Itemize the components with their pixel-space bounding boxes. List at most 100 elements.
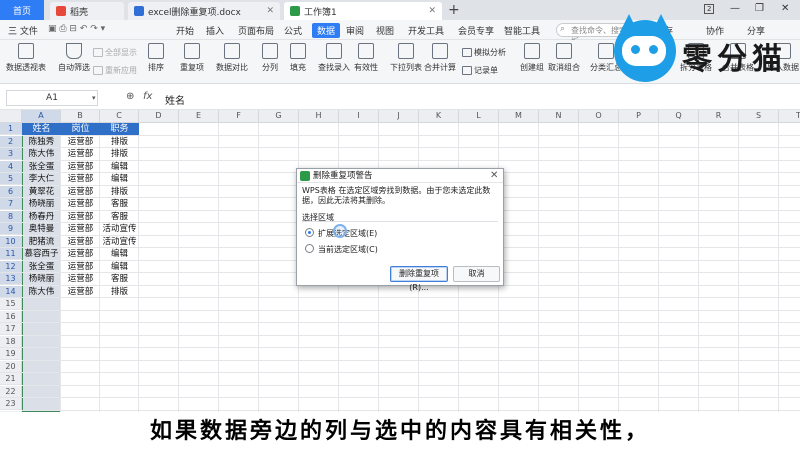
table-cell[interactable]: 排版 — [100, 148, 139, 160]
column-header-f[interactable]: F — [219, 110, 259, 123]
sort-button[interactable]: 排序 — [148, 43, 164, 73]
table-cell[interactable]: 运营部 — [61, 286, 100, 298]
table-cell[interactable]: 运营部 — [61, 148, 100, 160]
fx-icon[interactable]: fx — [143, 91, 152, 102]
name-box-dropdown-icon[interactable]: ▾ — [92, 94, 96, 102]
menu-member[interactable]: 会员专享 — [458, 24, 494, 37]
column-header-o[interactable]: O — [579, 110, 619, 123]
row-header-7[interactable]: 7 — [0, 198, 22, 210]
table-cell[interactable]: 慕容西子 — [22, 248, 61, 260]
column-header-h[interactable]: H — [299, 110, 339, 123]
row-header-3[interactable]: 3 — [0, 148, 22, 160]
pivot-table-button[interactable]: 数据透视表 — [6, 43, 46, 73]
menu-view[interactable]: 视图 — [376, 24, 394, 37]
tab-daoke[interactable]: 稻壳 — [50, 2, 124, 20]
current-selection-label[interactable]: 当前选定区域(C) — [318, 244, 378, 255]
duplicates-button[interactable]: 重复项 — [180, 43, 204, 73]
row-header-20[interactable]: 20 — [0, 360, 22, 373]
column-header-e[interactable]: E — [179, 110, 219, 123]
window-count-badge[interactable]: 2 — [704, 4, 715, 14]
fill-button[interactable]: 填充 — [290, 43, 306, 73]
dialog-close-icon[interactable]: ✕ — [490, 170, 498, 181]
what-if-button[interactable]: 模拟分析 — [462, 47, 506, 58]
close-icon[interactable]: ✕ — [266, 6, 274, 16]
data-compare-button[interactable]: 数据对比 — [216, 43, 248, 73]
table-cell[interactable]: 肥猪流 — [22, 236, 61, 248]
record-form-button[interactable]: 记录单 — [462, 65, 498, 76]
table-cell[interactable]: 杨晓丽 — [22, 273, 61, 285]
table-cell[interactable]: 运营部 — [61, 186, 100, 198]
row-header-6[interactable]: 6 — [0, 185, 22, 198]
reapply-button[interactable]: 重新应用 — [93, 65, 137, 76]
menu-home[interactable]: 开始 — [176, 24, 194, 37]
column-header-k[interactable]: K — [419, 110, 459, 123]
column-header-s[interactable]: S — [739, 110, 779, 123]
row-header-18[interactable]: 18 — [0, 335, 22, 348]
row-header-21[interactable]: 21 — [0, 373, 22, 385]
create-group-button[interactable]: 创建组 — [520, 43, 544, 73]
autofilter-button[interactable]: 自动筛选 — [58, 43, 90, 73]
column-header-g[interactable]: G — [259, 110, 299, 123]
table-cell[interactable]: 运营部 — [61, 248, 100, 260]
file-menu[interactable]: 三 文件 — [8, 24, 38, 37]
new-tab-button[interactable]: + — [448, 2, 460, 18]
minimize-icon[interactable]: — — [730, 3, 740, 14]
row-header-19[interactable]: 19 — [0, 348, 22, 360]
column-header-c[interactable]: C — [100, 110, 139, 123]
table-cell[interactable]: 黄翠花 — [22, 186, 61, 198]
name-box[interactable]: A1 — [6, 90, 98, 106]
table-cell[interactable]: 编辑 — [100, 248, 139, 260]
menu-page-layout[interactable]: 页面布局 — [238, 24, 274, 37]
row-header-5[interactable]: 5 — [0, 173, 22, 185]
table-header-cell[interactable]: 姓名 — [22, 123, 61, 135]
table-cell[interactable]: 排版 — [100, 136, 139, 148]
row-header-12[interactable]: 12 — [0, 260, 22, 273]
table-cell[interactable]: 编辑 — [100, 261, 139, 273]
table-cell[interactable]: 奥特曼 — [22, 223, 61, 235]
table-cell[interactable]: 运营部 — [61, 161, 100, 173]
row-header-11[interactable]: 11 — [0, 248, 22, 260]
table-cell[interactable]: 运营部 — [61, 261, 100, 273]
table-cell[interactable]: 编辑 — [100, 161, 139, 173]
table-cell[interactable]: 杨春丹 — [22, 211, 61, 223]
expand-selection-radio[interactable] — [305, 228, 314, 237]
validity-button[interactable]: 有效性 — [354, 43, 378, 73]
row-header-9[interactable]: 9 — [0, 223, 22, 235]
column-header-j[interactable]: J — [379, 110, 419, 123]
table-cell[interactable]: 杨晓丽 — [22, 198, 61, 210]
zoom-search-icon[interactable]: ⊕ — [126, 91, 134, 102]
window-close-icon[interactable]: ✕ — [781, 3, 789, 14]
column-header-n[interactable]: N — [539, 110, 579, 123]
current-selection-radio[interactable] — [305, 244, 314, 253]
menu-review[interactable]: 审阅 — [346, 24, 364, 37]
menu-developer[interactable]: 开发工具 — [408, 24, 444, 37]
table-cell[interactable]: 活动宣传 — [100, 236, 139, 248]
row-header-17[interactable]: 17 — [0, 323, 22, 335]
table-cell[interactable]: 运营部 — [61, 136, 100, 148]
column-header-d[interactable]: D — [139, 110, 179, 123]
table-cell[interactable]: 排版 — [100, 186, 139, 198]
row-header-13[interactable]: 13 — [0, 273, 22, 285]
quick-access-icons[interactable]: ▣ ⎙ ⊟ ↶ ↷ ▾ — [48, 24, 105, 34]
row-header-14[interactable]: 14 — [0, 285, 22, 298]
tab-workbook[interactable]: 工作簿1 ✕ — [284, 2, 442, 20]
table-cell[interactable]: 排版 — [100, 286, 139, 298]
tab-docx[interactable]: excel删除重复项.docx ✕ — [128, 2, 280, 20]
row-header-16[interactable]: 16 — [0, 310, 22, 323]
table-cell[interactable]: 李大仁 — [22, 173, 61, 185]
column-header-p[interactable]: P — [619, 110, 659, 123]
show-all-button[interactable]: 全部显示 — [93, 47, 137, 58]
table-cell[interactable]: 运营部 — [61, 173, 100, 185]
column-header-q[interactable]: Q — [659, 110, 699, 123]
row-header-10[interactable]: 10 — [0, 235, 22, 248]
split-column-button[interactable]: 分列 — [262, 43, 278, 73]
table-header-cell[interactable]: 职务 — [100, 123, 139, 135]
cancel-button[interactable]: 取消 — [453, 266, 500, 282]
menu-formulas[interactable]: 公式 — [284, 24, 302, 37]
select-all-corner[interactable] — [0, 110, 22, 123]
column-header-m[interactable]: M — [499, 110, 539, 123]
row-header-1[interactable]: 1 — [0, 123, 22, 135]
lookup-entry-button[interactable]: 查找录入 — [318, 43, 350, 73]
table-cell[interactable]: 运营部 — [61, 211, 100, 223]
row-header-15[interactable]: 15 — [0, 298, 22, 310]
